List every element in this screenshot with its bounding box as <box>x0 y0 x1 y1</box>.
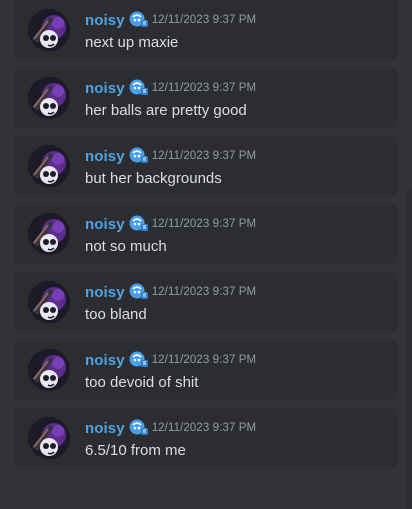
message-list: noisy 12/11/2023 9:37 PM next up maxie n… <box>14 0 398 476</box>
message[interactable]: noisy 12/11/2023 9:37 PM too bland <box>14 272 398 332</box>
message-header: noisy 12/11/2023 9:37 PM <box>85 350 256 370</box>
message-content: 6.5/10 from me <box>85 442 186 459</box>
username[interactable]: noisy <box>85 284 125 301</box>
message[interactable]: noisy 12/11/2023 9:37 PM but her backgro… <box>14 136 398 196</box>
username[interactable]: noisy <box>85 80 125 97</box>
role-badge-icon <box>128 146 150 166</box>
username[interactable]: noisy <box>85 148 125 165</box>
role-badge-icon <box>128 214 150 234</box>
message-content: next up maxie <box>85 34 179 51</box>
message[interactable]: noisy 12/11/2023 9:37 PM 6.5/10 from me <box>14 408 398 468</box>
message-header: noisy 12/11/2023 9:37 PM <box>85 78 256 98</box>
message[interactable]: noisy 12/11/2023 9:37 PM her balls are p… <box>14 68 398 128</box>
username[interactable]: noisy <box>85 12 125 29</box>
message[interactable]: noisy 12/11/2023 9:37 PM too devoid of s… <box>14 340 398 400</box>
chat-viewport: noisy 12/11/2023 9:37 PM next up maxie n… <box>0 0 412 509</box>
role-badge-icon <box>128 282 150 302</box>
username[interactable]: noisy <box>85 352 125 369</box>
role-badge-icon <box>128 418 150 438</box>
message-header: noisy 12/11/2023 9:37 PM <box>85 418 256 438</box>
timestamp[interactable]: 12/11/2023 9:37 PM <box>152 286 257 298</box>
message-content: her balls are pretty good <box>85 102 247 119</box>
avatar[interactable] <box>28 349 70 391</box>
role-badge-icon <box>128 10 150 30</box>
avatar[interactable] <box>28 77 70 119</box>
timestamp[interactable]: 12/11/2023 9:37 PM <box>152 218 257 230</box>
timestamp[interactable]: 12/11/2023 9:37 PM <box>152 354 257 366</box>
timestamp[interactable]: 12/11/2023 9:37 PM <box>152 14 257 26</box>
role-badge-icon <box>128 78 150 98</box>
username[interactable]: noisy <box>85 420 125 437</box>
message-content: not so much <box>85 238 167 255</box>
message-content: too bland <box>85 306 147 323</box>
message-header: noisy 12/11/2023 9:37 PM <box>85 146 256 166</box>
timestamp[interactable]: 12/11/2023 9:37 PM <box>152 82 257 94</box>
avatar[interactable] <box>28 145 70 187</box>
message-content: but her backgrounds <box>85 170 222 187</box>
message[interactable]: noisy 12/11/2023 9:37 PM not so much <box>14 204 398 264</box>
message-content: too devoid of shit <box>85 374 199 391</box>
message-header: noisy 12/11/2023 9:37 PM <box>85 214 256 234</box>
scrollbar-track[interactable] <box>406 190 412 509</box>
message-header: noisy 12/11/2023 9:37 PM <box>85 10 256 30</box>
avatar[interactable] <box>28 281 70 323</box>
avatar[interactable] <box>28 213 70 255</box>
role-badge-icon <box>128 350 150 370</box>
timestamp[interactable]: 12/11/2023 9:37 PM <box>152 150 257 162</box>
avatar[interactable] <box>28 9 70 51</box>
message-header: noisy 12/11/2023 9:37 PM <box>85 282 256 302</box>
timestamp[interactable]: 12/11/2023 9:37 PM <box>152 422 257 434</box>
username[interactable]: noisy <box>85 216 125 233</box>
avatar[interactable] <box>28 417 70 459</box>
message[interactable]: noisy 12/11/2023 9:37 PM next up maxie <box>14 0 398 60</box>
